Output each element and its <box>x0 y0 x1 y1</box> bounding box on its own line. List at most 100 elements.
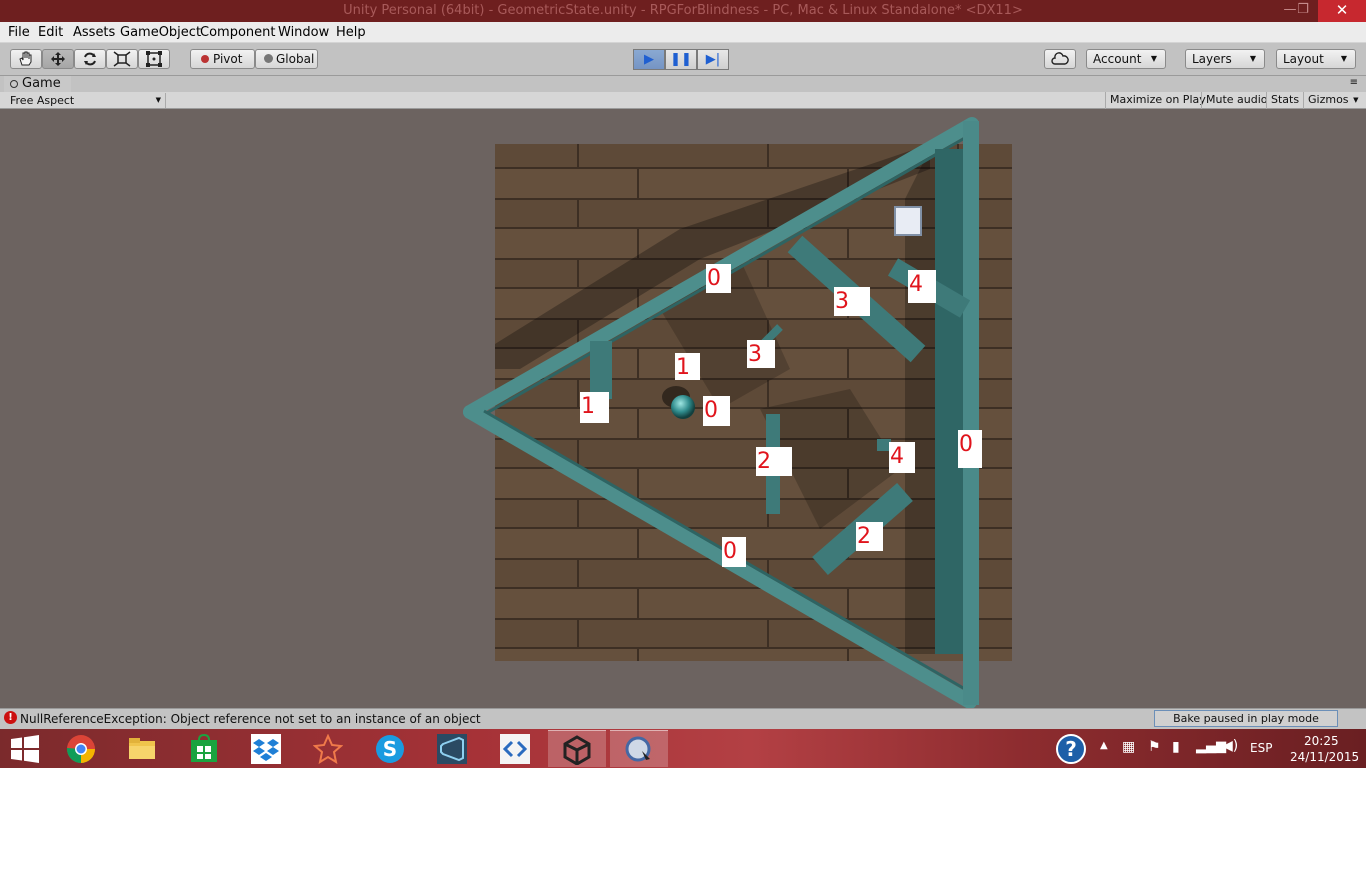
play-icon: ▶ <box>644 52 654 67</box>
taskbar-store[interactable] <box>175 730 233 767</box>
taskbar-chrome[interactable] <box>52 730 110 767</box>
tab-menu-icon[interactable]: ≡ <box>1350 77 1358 88</box>
game-tab-strip: Game ≡ <box>0 76 1366 92</box>
menu-assets[interactable]: Assets <box>73 25 115 40</box>
menu-gameobject[interactable]: GameObject <box>120 25 201 40</box>
tab-game-label: Game <box>22 76 61 91</box>
taskbar-skype[interactable]: S <box>361 730 419 767</box>
volume-icon[interactable]: ◀) <box>1222 738 1238 754</box>
label-0-top-wall: 0 <box>706 264 731 293</box>
taskbar-zbrush[interactable] <box>299 730 357 767</box>
game-viewport[interactable]: 0 3 4 3 1 1 0 0 2 4 2 0 <box>0 109 1366 708</box>
right-wall-face <box>935 149 963 654</box>
menu-window[interactable]: Window <box>278 25 329 40</box>
aspect-dropdown[interactable]: Free Aspect ▼ <box>4 93 166 108</box>
label-1-left: 1 <box>580 392 609 423</box>
global-label: Global <box>276 52 315 66</box>
chevron-down-icon: ▼ <box>1340 54 1347 63</box>
label-0-right-wall: 0 <box>958 430 982 468</box>
windows-taskbar: S ? ▲ ▦ ⚑ ▮ ▂▄▆ ◀) ESP 20:25 24/11/2015 <box>0 729 1366 768</box>
code-brackets-icon <box>500 734 530 764</box>
menu-help[interactable]: Help <box>336 25 366 40</box>
account-dropdown[interactable]: Account ▼ <box>1086 49 1166 69</box>
chevron-down-icon: ▼ <box>1150 54 1157 63</box>
chevron-down-icon: ▼ <box>155 96 161 104</box>
rect-tool-button[interactable] <box>138 49 170 69</box>
layout-dropdown[interactable]: Layout ▼ <box>1276 49 1356 69</box>
label-4-upper-right: 4 <box>908 270 936 303</box>
layers-dropdown[interactable]: Layers ▼ <box>1185 49 1265 69</box>
layout-label: Layout <box>1283 52 1324 66</box>
goal-cube <box>894 206 922 236</box>
pause-button[interactable]: ❚❚ <box>665 49 697 70</box>
skype-icon: S <box>376 735 404 763</box>
folder-icon <box>129 738 155 759</box>
pause-icon: ❚❚ <box>670 52 692 67</box>
taskbar-code-editor[interactable] <box>486 730 544 767</box>
right-wall <box>963 121 979 705</box>
step-button[interactable]: ▶| <box>697 49 729 70</box>
mute-audio-toggle[interactable]: Mute audio <box>1201 92 1272 109</box>
action-center-icon[interactable]: ▦ <box>1122 739 1135 755</box>
gizmos-label: Gizmos <box>1308 93 1349 106</box>
aspect-label: Free Aspect <box>10 94 75 107</box>
label-2-lower: 2 <box>856 522 883 551</box>
chrome-icon <box>67 735 95 763</box>
maximize-button[interactable]: ❐ <box>1286 0 1320 22</box>
console-error-message[interactable]: NullReferenceException: Object reference… <box>20 712 481 726</box>
step-icon: ▶| <box>705 52 721 67</box>
pivot-toggle[interactable]: Pivot <box>190 49 255 69</box>
label-3-upper-right: 3 <box>834 287 870 316</box>
window-title: Unity Personal (64bit) - GeometricState.… <box>343 3 1023 18</box>
chevron-down-icon: ▼ <box>1353 96 1359 104</box>
taskbar-file-explorer[interactable] <box>113 730 171 767</box>
unity-logo-icon <box>563 735 591 765</box>
status-bar[interactable]: ! NullReferenceException: Object referen… <box>0 708 1366 729</box>
label-2-center: 2 <box>756 447 792 476</box>
tab-game[interactable]: Game <box>4 76 71 92</box>
globe-icon <box>264 54 273 63</box>
taskbar-dropbox[interactable] <box>237 730 295 767</box>
rotate-tool-button[interactable] <box>74 49 106 69</box>
layers-label: Layers <box>1192 52 1232 66</box>
dropbox-icon <box>251 734 281 764</box>
rect-transform-icon <box>146 51 162 67</box>
error-icon: ! <box>4 711 17 724</box>
play-button[interactable]: ▶ <box>633 49 665 70</box>
taskbar-unity[interactable] <box>548 730 606 767</box>
gizmos-dropdown[interactable]: Gizmos ▼ <box>1303 92 1361 109</box>
scale-tool-button[interactable] <box>106 49 138 69</box>
clock-date[interactable]: 24/11/2015 <box>1290 750 1359 764</box>
label-1-center: 1 <box>675 353 700 380</box>
main-toolbar: Pivot Global ▶ ❚❚ ▶| Account ▼ Layers ▼ La… <box>0 43 1366 76</box>
stats-toggle[interactable]: Stats <box>1266 92 1303 109</box>
chevron-down-icon: ▼ <box>1249 54 1256 63</box>
maximize-on-play-toggle[interactable]: Maximize on Play <box>1105 92 1210 109</box>
show-hidden-icons[interactable]: ▲ <box>1100 740 1108 751</box>
menu-edit[interactable]: Edit <box>38 25 63 40</box>
battery-icon[interactable]: ▮ <box>1172 739 1180 755</box>
hand-tool-button[interactable] <box>10 49 42 69</box>
store-icon <box>191 734 217 762</box>
taskbar-visual-studio[interactable] <box>423 730 481 767</box>
clock-time[interactable]: 20:25 <box>1304 734 1339 748</box>
help-icon[interactable]: ? <box>1056 734 1086 764</box>
global-toggle[interactable]: Global <box>255 49 318 69</box>
start-button[interactable] <box>0 730 50 767</box>
language-indicator[interactable]: ESP <box>1250 741 1272 755</box>
window-titlebar: Unity Personal (64bit) - GeometricState.… <box>0 0 1366 22</box>
menu-file[interactable]: File <box>8 25 30 40</box>
pivot-icon <box>201 55 209 63</box>
move-tool-button[interactable] <box>42 49 74 69</box>
cloud-icon <box>1051 52 1069 65</box>
label-0-ball: 0 <box>703 396 730 426</box>
hand-icon <box>19 51 32 66</box>
cloud-button[interactable] <box>1044 49 1076 69</box>
menu-component[interactable]: Component <box>200 25 275 40</box>
taskbar-network-app[interactable] <box>610 730 668 767</box>
close-button[interactable]: ✕ <box>1318 0 1366 22</box>
star-polygon-icon <box>313 734 343 764</box>
menu-bar: File Edit Assets GameObject Component Wi… <box>0 22 1366 43</box>
label-4-lower-right: 4 <box>889 442 915 473</box>
flag-icon[interactable]: ⚑ <box>1148 739 1161 755</box>
